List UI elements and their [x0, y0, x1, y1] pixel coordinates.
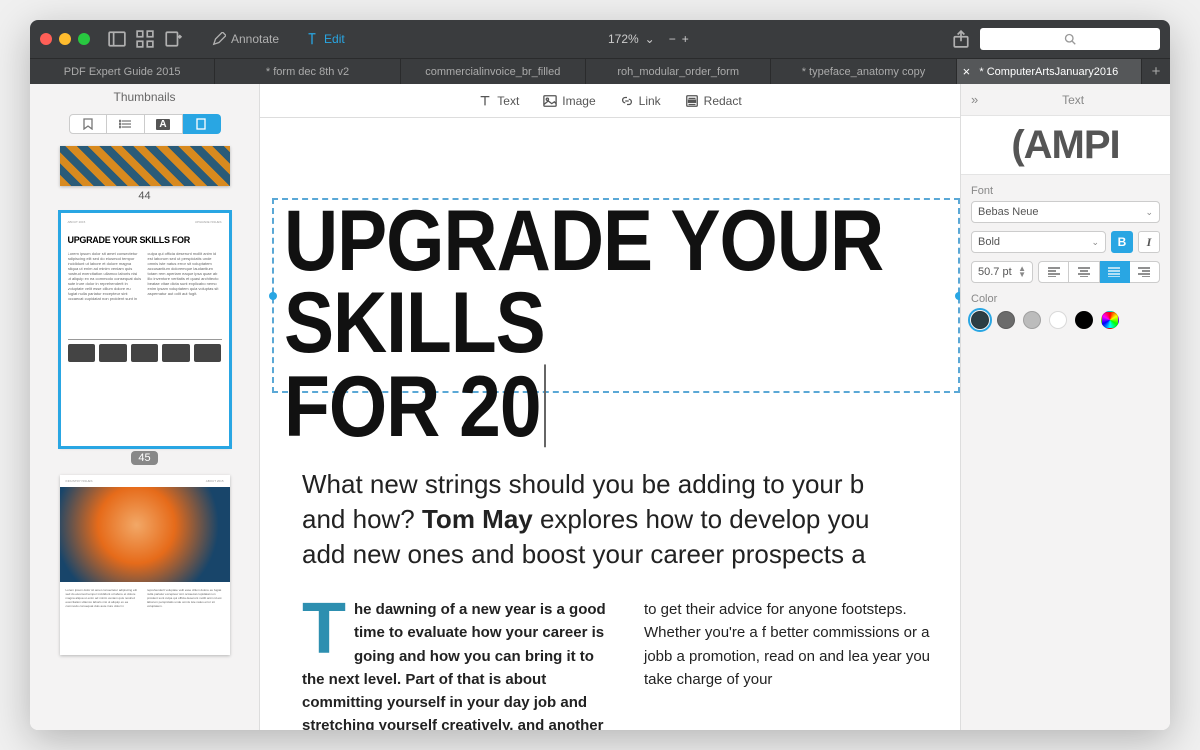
font-family-select[interactable]: Bebas Neue ⌄ [971, 201, 1160, 223]
italic-button[interactable]: I [1138, 231, 1160, 253]
edit-toolbar: Text Image Link Redact [260, 84, 960, 118]
tab-typeface-anatomy[interactable]: * typeface_anatomy copy [771, 59, 956, 84]
page-number: 45 [131, 451, 157, 465]
font-weight-select[interactable]: Bold ⌄ [971, 231, 1106, 253]
tab-pdf-expert-guide[interactable]: PDF Expert Guide 2015 [30, 59, 215, 84]
chevron-down-icon: ⌄ [1091, 237, 1099, 248]
align-left-button[interactable] [1038, 261, 1069, 283]
inspector-title: Text [986, 93, 1160, 107]
grid-view-icon[interactable] [136, 30, 154, 48]
column-2: to get their advice for anyone footsteps… [644, 598, 960, 730]
app-body: Thumbnails A 44 [30, 84, 1170, 730]
tab-form-dec-8th[interactable]: * form dec 8th v2 [215, 59, 400, 84]
annotation-icon: A [156, 119, 169, 130]
document-canvas[interactable]: UPGRADE YOUR SKILLS FOR 20 What new stri… [260, 118, 960, 730]
annotate-button[interactable]: Annotate [212, 32, 279, 46]
font-section-label: Font [971, 185, 1160, 197]
color-swatches [971, 311, 1160, 329]
sidebar-mode-tabs: A [30, 110, 259, 142]
bookmarks-tab[interactable] [69, 114, 107, 134]
export-icon[interactable] [164, 30, 182, 48]
image-tool-button[interactable]: Image [543, 94, 595, 108]
color-swatch-black[interactable] [1075, 311, 1093, 329]
color-swatch-light-gray[interactable] [1023, 311, 1041, 329]
color-swatch-dark-teal[interactable] [971, 311, 989, 329]
traffic-lights [40, 33, 90, 45]
bookmark-icon [83, 118, 93, 130]
color-section-label: Color [971, 293, 1160, 305]
intro-paragraph[interactable]: What new strings should you be adding to… [302, 467, 960, 572]
thumbnails-tab[interactable] [183, 114, 221, 134]
page-number: 44 [138, 190, 150, 202]
dropcap: T [302, 604, 346, 654]
color-picker-button[interactable] [1101, 311, 1119, 329]
search-input[interactable] [980, 28, 1160, 50]
list-icon [119, 119, 131, 129]
color-swatch-white[interactable] [1049, 311, 1067, 329]
zoom-control[interactable]: 172% ⌄ − + [353, 32, 944, 46]
page-icon [196, 118, 206, 130]
text-cursor [544, 364, 546, 447]
align-right-button[interactable] [1130, 261, 1160, 283]
sidebar-title: Thumbnails [30, 84, 259, 110]
main-area: Text Image Link Redact UPGRADE Y [260, 84, 960, 730]
annotate-label: Annotate [231, 32, 279, 46]
text-tool-button[interactable]: Text [478, 94, 519, 108]
fullscreen-window-icon[interactable] [78, 33, 90, 45]
app-window: Annotate Edit 172% ⌄ − + PDF Expert Guid… [30, 20, 1170, 730]
thumbnail-45[interactable]: ABOUT 2015UPGRADE ISSUES UPGRADE YOUR SK… [60, 212, 230, 465]
thumbnails-sidebar: Thumbnails A 44 [30, 84, 260, 730]
redact-icon [685, 94, 699, 108]
text-icon [478, 94, 492, 108]
tab-roh-modular[interactable]: roh_modular_order_form [586, 59, 771, 84]
thumbnail-46[interactable]: INDUSTRY ISSUESABOUT 2015 Lorem ipsum do… [60, 475, 230, 655]
color-swatch-gray[interactable] [997, 311, 1015, 329]
annotations-tab[interactable]: A [145, 114, 183, 134]
link-tool-button[interactable]: Link [620, 94, 661, 108]
edit-label: Edit [324, 32, 345, 46]
minimize-window-icon[interactable] [59, 33, 71, 45]
font-preview: (AMPI [961, 115, 1170, 175]
align-center-button[interactable] [1069, 261, 1099, 283]
zoom-out-button[interactable]: − [669, 32, 676, 46]
headline-text[interactable]: UPGRADE YOUR SKILLS FOR 20 [284, 200, 960, 447]
font-size-input[interactable]: 50.7 pt ▲▼ [971, 261, 1033, 283]
body-columns[interactable]: T he dawning of a new year is a good tim… [302, 598, 960, 730]
search-icon [1064, 33, 1076, 45]
close-tab-icon[interactable]: × [963, 64, 971, 79]
bold-button[interactable]: B [1111, 231, 1133, 253]
zoom-in-button[interactable]: + [682, 32, 689, 46]
stepper-icon[interactable]: ▲▼ [1018, 266, 1026, 277]
align-justify-button[interactable] [1100, 261, 1130, 283]
thumbnail-44[interactable]: 44 [60, 146, 230, 202]
thumbnails-list[interactable]: 44 ABOUT 2015UPGRADE ISSUES UPGRADE YOUR… [30, 142, 259, 730]
outline-tab[interactable] [107, 114, 145, 134]
chevron-down-icon: ⌄ [645, 32, 655, 46]
new-tab-button[interactable]: + [1142, 59, 1170, 84]
tab-computer-arts[interactable]: × * ComputerArtsJanuary2016 [957, 59, 1142, 84]
share-icon[interactable] [952, 30, 970, 48]
document-tabs: PDF Expert Guide 2015 * form dec 8th v2 … [30, 58, 1170, 84]
collapse-inspector-icon[interactable]: » [971, 92, 978, 107]
link-icon [620, 94, 634, 108]
edit-mode-button[interactable]: Edit [305, 32, 345, 46]
chevron-down-icon: ⌄ [1145, 207, 1153, 218]
zoom-value: 172% [608, 32, 639, 46]
tab-commercial-invoice[interactable]: commercialinvoice_br_filled [401, 59, 586, 84]
close-window-icon[interactable] [40, 33, 52, 45]
column-1: T he dawning of a new year is a good tim… [302, 598, 618, 730]
text-align-group [1038, 261, 1160, 283]
titlebar: Annotate Edit 172% ⌄ − + [30, 20, 1170, 58]
sidebar-toggle-icon[interactable] [108, 30, 126, 48]
redact-tool-button[interactable]: Redact [685, 94, 742, 108]
text-inspector: » Text (AMPI Font Bebas Neue ⌄ Bold ⌄ B … [960, 84, 1170, 730]
image-icon [543, 94, 557, 108]
